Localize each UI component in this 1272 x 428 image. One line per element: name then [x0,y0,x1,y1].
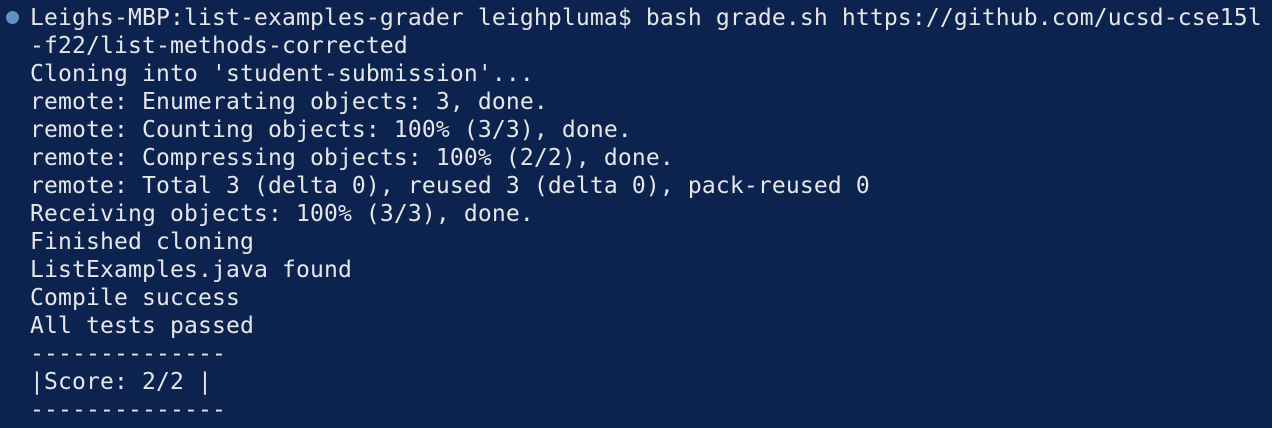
terminal-window[interactable]: Leighs-MBP:list-examples-grader leighplu… [0,0,1272,428]
score-line: |Score: 2/2 | [30,369,212,395]
score-border-top: -------------- [30,341,226,367]
output-line-tests-passed: All tests passed [30,313,254,339]
output-line-total: remote: Total 3 (delta 0), reused 3 (del… [30,173,870,199]
command-status-icon [6,11,19,24]
output-line-counting: remote: Counting objects: 100% (3/3), do… [30,117,632,143]
output-line-file-found: ListExamples.java found [30,257,352,283]
score-border-bottom: -------------- [30,397,226,423]
command-line-1: Leighs-MBP:list-examples-grader leighplu… [30,5,1262,31]
output-line-finished-cloning: Finished cloning [30,229,254,255]
output-line-compile-success: Compile success [30,285,240,311]
output-line-receiving: Receiving objects: 100% (3/3), done. [30,201,534,227]
command-line-2: -f22/list-methods-corrected [30,33,408,59]
output-line-compressing: remote: Compressing objects: 100% (2/2),… [30,145,674,171]
output-line-enumerating: remote: Enumerating objects: 3, done. [30,89,548,115]
output-line-cloning: Cloning into 'student-submission'... [30,61,534,87]
